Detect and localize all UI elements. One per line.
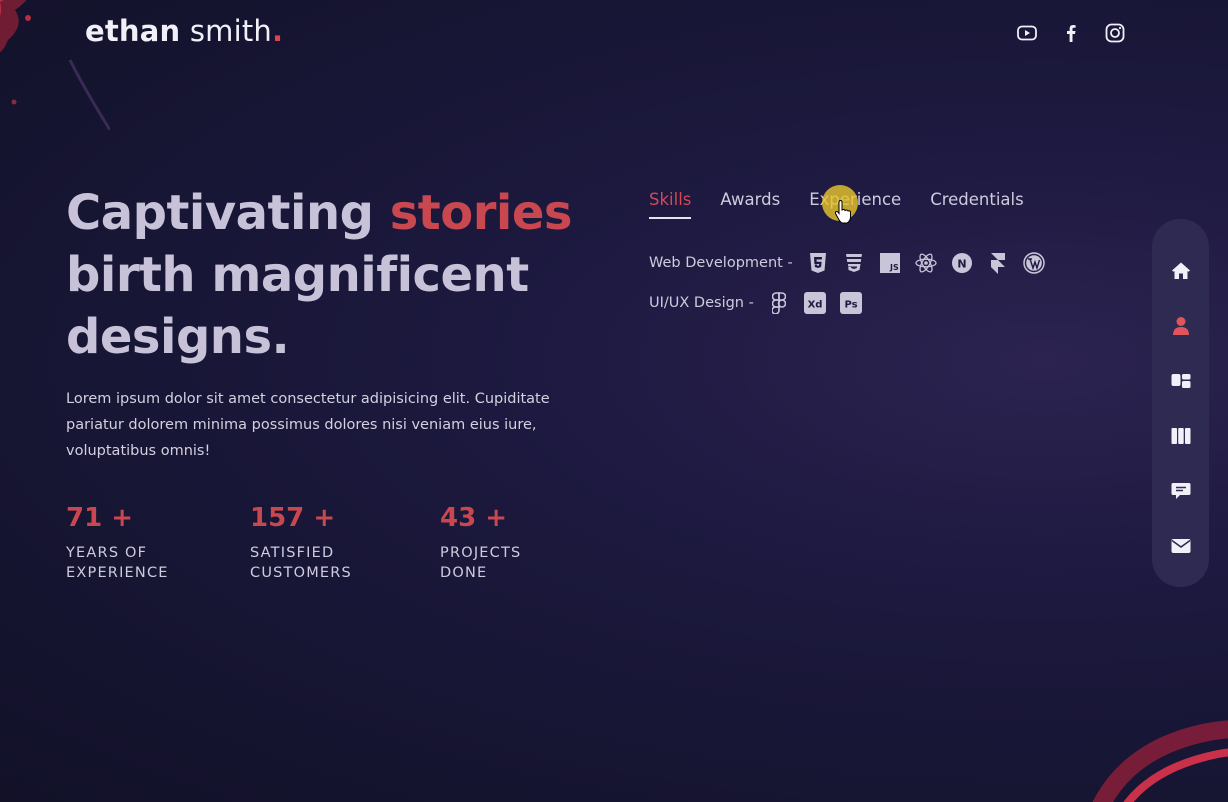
headline-text-end: birth magnificent designs. xyxy=(66,247,529,365)
nav-work[interactable] xyxy=(1166,422,1196,450)
adobe-xd-icon: Xd xyxy=(803,292,826,314)
stat-customers: 157 + SATISFIED CUSTOMERS xyxy=(250,503,420,583)
skill-icon-list: JS N xyxy=(807,252,1045,274)
photoshop-icon: Ps xyxy=(839,292,862,314)
tab-skills[interactable]: Skills xyxy=(649,190,692,219)
stat-label-line2: CUSTOMERS xyxy=(250,565,352,581)
svg-text:Xd: Xd xyxy=(807,300,822,311)
css3-icon xyxy=(843,252,865,274)
nav-home[interactable] xyxy=(1166,257,1196,285)
stat-label-line1: PROJECTS xyxy=(440,545,522,561)
testimonials-icon xyxy=(1171,483,1190,499)
stat-label: SATISFIED CUSTOMERS xyxy=(250,543,420,583)
javascript-icon: JS xyxy=(879,252,901,274)
nav-about[interactable] xyxy=(1166,312,1196,340)
svg-text:JS: JS xyxy=(889,263,899,272)
logo-first-name: ethan xyxy=(85,14,181,48)
headline-accent: stories xyxy=(389,185,573,241)
skill-row-web-development: Web Development - JS N xyxy=(649,250,1045,276)
stat-years: 71 + YEARS OF EXPERIENCE xyxy=(66,503,236,583)
stat-number: 43 + xyxy=(440,503,508,533)
paint-ring-bottom-right xyxy=(1092,720,1228,802)
hero-headline: Captivating stories birth magnificent de… xyxy=(66,182,586,368)
facebook-icon[interactable] xyxy=(1060,22,1082,44)
stat-projects: 43 + PROJECTS DONE xyxy=(440,503,610,583)
skill-icon-list: Xd Ps xyxy=(768,292,862,314)
nav-services[interactable] xyxy=(1166,367,1196,395)
nav-contact[interactable] xyxy=(1166,532,1196,560)
stat-label: YEARS OF EXPERIENCE xyxy=(66,543,236,583)
html5-icon xyxy=(807,252,829,274)
tab-credentials[interactable]: Credentials xyxy=(930,190,1024,218)
portfolio-icon xyxy=(1171,428,1190,444)
skill-category-label: UI/UX Design - xyxy=(649,295,754,311)
skills-panel: Web Development - JS N UI/UX Design - Xd… xyxy=(649,250,1045,330)
skill-row-ui-ux-design: UI/UX Design - Xd Ps xyxy=(649,290,1045,316)
headline-text-start: Captivating xyxy=(66,185,374,241)
stat-label-line2: DONE xyxy=(440,565,488,581)
stat-label: PROJECTS DONE xyxy=(440,543,610,583)
stat-number: 71 + xyxy=(66,503,134,533)
site-logo[interactable]: ethan smith. xyxy=(85,14,283,48)
wordpress-icon xyxy=(1022,252,1045,274)
svg-text:Ps: Ps xyxy=(844,300,857,311)
contact-icon xyxy=(1171,539,1190,553)
social-links xyxy=(1016,22,1126,44)
home-icon xyxy=(1171,262,1190,279)
skill-category-label: Web Development - xyxy=(649,255,793,271)
react-icon xyxy=(915,252,937,274)
stat-label-line1: SATISFIED xyxy=(250,545,335,561)
svg-text:N: N xyxy=(957,258,966,271)
instagram-icon[interactable] xyxy=(1104,22,1126,44)
framer-icon xyxy=(987,252,1009,274)
tab-awards[interactable]: Awards xyxy=(720,190,780,218)
nav-testimonials[interactable] xyxy=(1166,477,1196,505)
figma-icon xyxy=(768,292,790,314)
pointer-cursor-icon xyxy=(834,200,851,224)
stat-label-line2: EXPERIENCE xyxy=(66,565,169,581)
stat-label-line1: YEARS OF xyxy=(66,545,148,561)
stat-number: 157 + xyxy=(250,503,336,533)
hero-description: Lorem ipsum dolor sit amet consectetur a… xyxy=(66,391,550,459)
logo-dot: . xyxy=(272,14,284,48)
youtube-icon[interactable] xyxy=(1016,22,1038,44)
user-icon xyxy=(1172,317,1189,335)
services-icon xyxy=(1171,374,1190,388)
logo-last-name: smith xyxy=(189,14,272,48)
nextjs-icon: N xyxy=(951,252,973,274)
side-navigation xyxy=(1152,219,1209,587)
